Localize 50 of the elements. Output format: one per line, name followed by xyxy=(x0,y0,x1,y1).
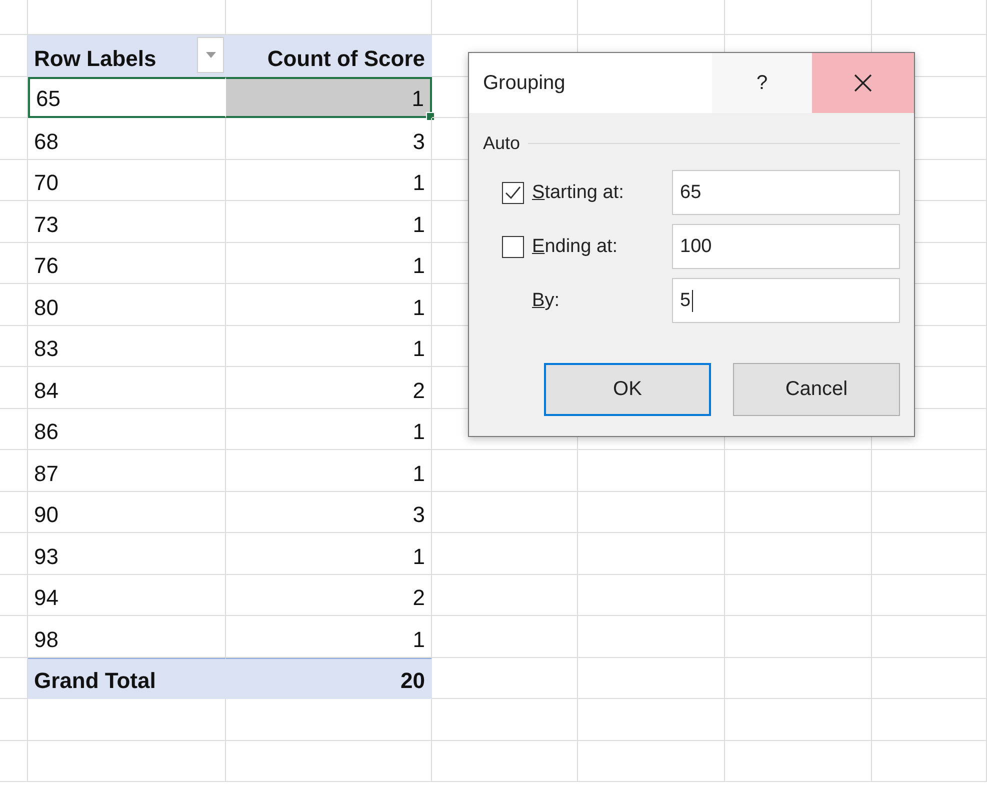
table-cell: 1 xyxy=(412,212,425,238)
help-button[interactable]: ? xyxy=(712,53,812,113)
cancel-button[interactable]: Cancel xyxy=(733,363,900,416)
input-field[interactable]: 5 xyxy=(672,278,900,323)
table-cell: 65 xyxy=(36,86,60,112)
filter-dropdown-button[interactable] xyxy=(197,37,224,73)
table-cell: 86 xyxy=(34,419,58,445)
table-cell: Grand Total xyxy=(34,668,156,694)
input-field[interactable]: 100 xyxy=(672,224,900,269)
table-cell: 3 xyxy=(412,502,425,528)
table-cell: 2 xyxy=(412,378,425,404)
table-cell: 1 xyxy=(412,86,424,112)
table-cell: 70 xyxy=(34,170,58,196)
table-cell: 93 xyxy=(34,544,58,570)
table-cell: 84 xyxy=(34,378,58,404)
field-label: Starting at: xyxy=(532,182,624,204)
column-header: Row Labels xyxy=(34,46,156,72)
dropdown-arrow-icon xyxy=(206,52,216,58)
dialog-title: Grouping xyxy=(483,72,566,94)
table-cell: 1 xyxy=(412,336,425,362)
table-cell: 73 xyxy=(34,212,58,238)
close-icon xyxy=(854,74,872,92)
input-field[interactable]: 65 xyxy=(672,170,900,215)
table-cell: 1 xyxy=(412,626,425,652)
table-cell: 80 xyxy=(34,294,58,320)
ok-button[interactable]: OK xyxy=(544,363,711,416)
table-cell: 94 xyxy=(34,585,58,611)
checkbox[interactable] xyxy=(502,182,524,204)
table-cell: 1 xyxy=(412,419,425,445)
table-cell: 90 xyxy=(34,502,58,528)
table-cell: 87 xyxy=(34,460,58,486)
table-cell: 98 xyxy=(34,626,58,652)
table-cell: 68 xyxy=(34,128,58,154)
field-label: By: xyxy=(532,290,560,312)
close-button[interactable] xyxy=(812,53,914,113)
table-cell: 83 xyxy=(34,336,58,362)
table-cell: 1 xyxy=(412,170,425,196)
table-cell: 3 xyxy=(412,128,425,154)
group-label: Auto xyxy=(483,133,520,154)
table-cell: 1 xyxy=(412,460,425,486)
table-cell: 20 xyxy=(400,668,425,694)
table-cell: 1 xyxy=(412,253,425,279)
column-header: Count of Score xyxy=(267,46,425,72)
table-cell: 1 xyxy=(412,294,425,320)
checkbox[interactable] xyxy=(502,236,524,258)
table-cell: 1 xyxy=(412,544,425,570)
table-cell: 76 xyxy=(34,253,58,279)
table-cell: 2 xyxy=(412,585,425,611)
field-label: Ending at: xyxy=(532,236,618,258)
fill-handle[interactable] xyxy=(426,112,435,121)
